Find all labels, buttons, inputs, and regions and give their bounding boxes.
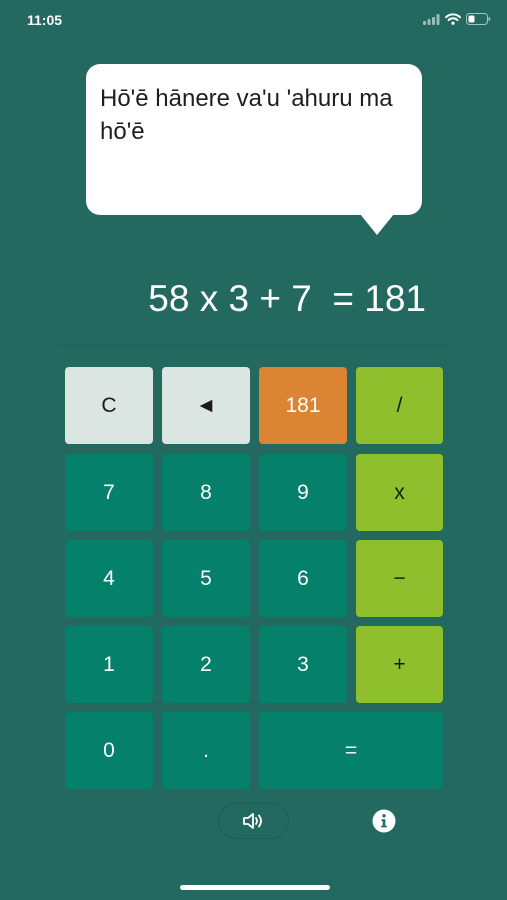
digit-9-button[interactable]: 9 (259, 454, 347, 531)
divide-button[interactable]: / (356, 367, 443, 444)
decimal-button[interactable]: . (162, 712, 250, 789)
add-button[interactable]: + (356, 626, 443, 703)
status-time: 11:05 (27, 12, 63, 28)
wifi-icon (445, 13, 461, 25)
digit-5-button[interactable]: 5 (162, 540, 250, 617)
battery-icon (466, 13, 491, 25)
result-button[interactable]: 181 (259, 367, 347, 444)
sound-button[interactable] (218, 803, 289, 839)
calculator-display: 58 x 3 + 7 = 181 (148, 278, 426, 319)
status-bar: 11:05 (0, 0, 507, 40)
display-divider (58, 345, 448, 346)
multiply-button[interactable]: x (356, 454, 443, 531)
digit-2-button[interactable]: 2 (162, 626, 250, 703)
digit-6-button[interactable]: 6 (259, 540, 347, 617)
speech-bubble: Hō'ē hānere va'u 'ahuru ma hō'ē (86, 64, 422, 215)
subtract-button[interactable]: − (356, 540, 443, 617)
digit-4-button[interactable]: 4 (65, 540, 153, 617)
speech-bubble-tail (360, 214, 394, 235)
digit-1-button[interactable]: 1 (65, 626, 153, 703)
speaker-icon (242, 813, 262, 829)
info-button[interactable] (372, 809, 396, 833)
signal-icon (423, 13, 440, 25)
home-indicator (180, 885, 330, 890)
clear-button[interactable]: C (65, 367, 153, 444)
digit-3-button[interactable]: 3 (259, 626, 347, 703)
info-icon (372, 809, 396, 833)
equals-button[interactable]: = (259, 712, 443, 789)
spoken-number-text: Hō'ē hānere va'u 'ahuru ma hō'ē (100, 85, 393, 145)
digit-0-button[interactable]: 0 (65, 712, 153, 789)
digit-7-button[interactable]: 7 (65, 454, 153, 531)
digit-8-button[interactable]: 8 (162, 454, 250, 531)
status-icons (423, 13, 491, 25)
backspace-button[interactable]: ◄ (162, 367, 250, 444)
